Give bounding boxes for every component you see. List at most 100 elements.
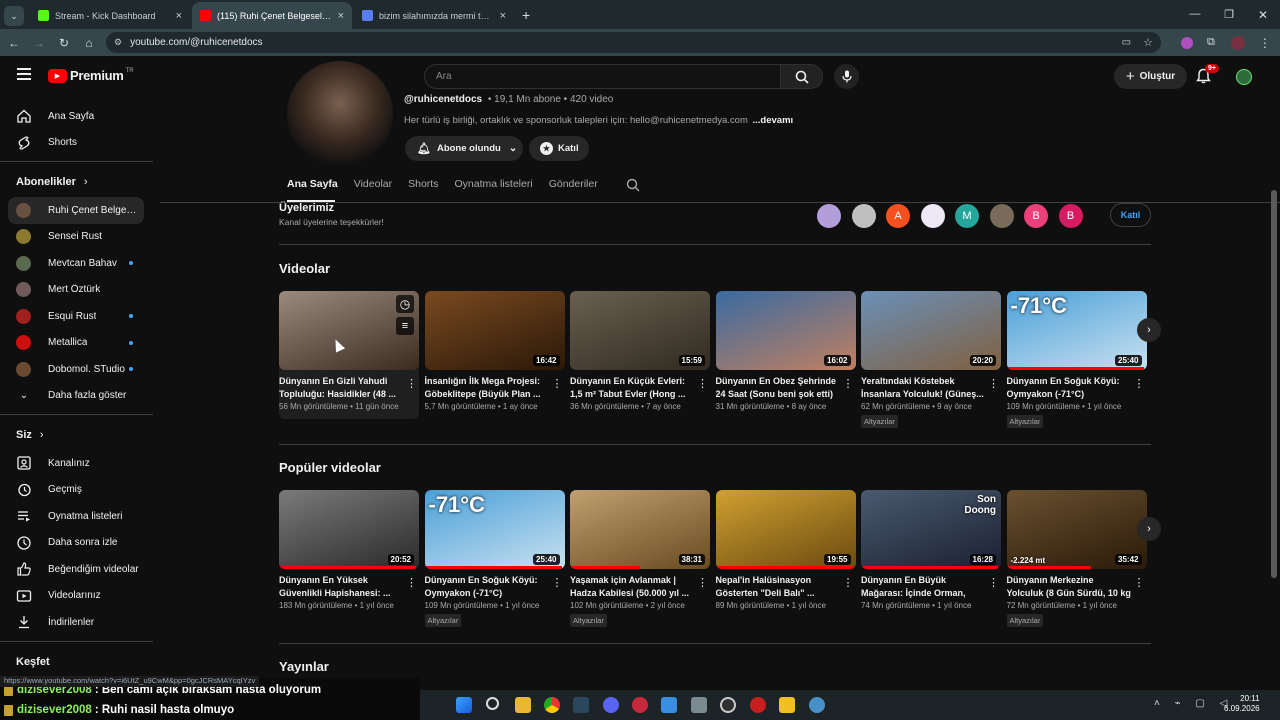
- member-avatar[interactable]: M: [955, 204, 979, 228]
- sidebar-item-be-endi-im-videolar[interactable]: Beğendiğim videolar: [0, 556, 153, 583]
- back-arrow-icon[interactable]: ←: [3, 32, 25, 54]
- video-card[interactable]: 16:42 İnsanlığın İlk Mega Projesi: Göbekl…: [424, 291, 565, 411]
- sidebar-item-videolar-n-z[interactable]: Videolarınız: [0, 583, 153, 610]
- channel-search-icon[interactable]: [626, 178, 640, 197]
- video-card[interactable]: Son Doong 16:28 Dünyanın En Büyük Mağarası…: [861, 490, 1001, 610]
- video-card[interactable]: -2.224 mt 35:42 Dünyanın Merkezine Yolculu…: [1006, 490, 1147, 628]
- calculator-icon[interactable]: [691, 697, 707, 713]
- subscription-item[interactable]: Esqui Rust: [0, 303, 153, 330]
- add-to-queue-icon[interactable]: ≡: [396, 317, 414, 335]
- chrome-icon[interactable]: [544, 697, 560, 713]
- join-button[interactable]: ★ Katıl: [529, 136, 589, 161]
- voice-search-button[interactable]: [834, 64, 859, 89]
- subscription-item[interactable]: Dobomol. STudio: [0, 356, 153, 383]
- page-scrollbar[interactable]: [1271, 190, 1277, 578]
- video-thumbnail[interactable]: 20:20: [861, 291, 1001, 370]
- video-title[interactable]: Dünyanın En Gizli Yahudi Topluluğu: Hasi…: [279, 375, 419, 400]
- video-card[interactable]: 19:55 Nepal'in Halüsinasyon Gösterten "De…: [715, 490, 856, 610]
- video-title[interactable]: Yaşamak için Avlanmak | Hadza Kabilesi (…: [570, 574, 710, 599]
- notepad-icon[interactable]: [661, 697, 677, 713]
- browser-tab[interactable]: bizim silahımızda mermi ters dönüyor ×: [354, 2, 514, 29]
- video-card[interactable]: 20:20 Yeraltındaki Köstebek İnsanlara Yol…: [861, 291, 1001, 429]
- video-title[interactable]: Nepal'in Halüsinasyon Gösterten "Deli Ba…: [716, 574, 856, 599]
- video-card[interactable]: 16:02 Dünyanın En Obez Şehrinde 24 Saat (…: [715, 291, 856, 411]
- video-title[interactable]: Yeraltındaki Köstebek İnsanlara Yolculuk…: [861, 375, 1001, 400]
- channel-tab[interactable]: Ana Sayfa: [287, 178, 338, 190]
- video-card[interactable]: -71°C 25:40 Dünyanın En Soğuk Köyü: Oymyak…: [424, 490, 565, 628]
- youtube-logo[interactable]: ▶ Premium TR: [48, 68, 134, 83]
- video-thumbnail[interactable]: ◷ ≡: [279, 291, 419, 370]
- video-menu-icon[interactable]: ⋮: [697, 576, 708, 589]
- channel-tab[interactable]: Gönderiler: [549, 178, 598, 190]
- reload-icon[interactable]: ↻: [53, 32, 75, 54]
- url-omnibox[interactable]: ⚙ youtube.com/@ruhicenetdocs ▭ ☆: [106, 32, 1161, 53]
- member-avatar[interactable]: [817, 204, 841, 228]
- videos-section-title[interactable]: Videolar: [279, 261, 330, 276]
- cast-icon[interactable]: ▭: [1122, 37, 1131, 48]
- file-explorer-icon[interactable]: [515, 697, 531, 713]
- video-thumbnail[interactable]: 38:31: [570, 490, 710, 569]
- browser-tab[interactable]: (115) Ruhi Çenet Belgeselleri - YouTube ×: [192, 2, 352, 29]
- settings-gear-icon[interactable]: [809, 697, 825, 713]
- profile-avatar[interactable]: [1230, 35, 1245, 50]
- search-input[interactable]: Ara: [424, 64, 781, 89]
- members-join-button[interactable]: Katıl: [1110, 203, 1151, 227]
- new-tab-button[interactable]: +: [522, 7, 530, 23]
- minimize-icon[interactable]: —: [1178, 8, 1212, 22]
- video-thumbnail[interactable]: 16:42: [424, 291, 565, 370]
- subscription-item[interactable]: Sensei Rust: [0, 224, 153, 251]
- bookmark-star-icon[interactable]: ☆: [1143, 36, 1153, 49]
- start-windows-icon[interactable]: [456, 697, 472, 713]
- channel-tab[interactable]: Videolar: [354, 178, 392, 190]
- video-menu-icon[interactable]: ⋮: [552, 576, 563, 589]
- video-menu-icon[interactable]: ⋮: [843, 576, 854, 589]
- video-title[interactable]: Dünyanın En Büyük Mağarası: İçinde Orman…: [861, 574, 1001, 599]
- video-menu-icon[interactable]: ⋮: [406, 377, 417, 390]
- video-thumbnail[interactable]: 20:52: [279, 490, 419, 569]
- member-avatar[interactable]: [920, 204, 945, 228]
- sidebar-item-oynatma-listeleri[interactable]: Oynatma listeleri: [0, 503, 153, 530]
- create-button[interactable]: + Oluştur: [1114, 64, 1187, 89]
- video-card[interactable]: -71°C 25:40 Dünyanın En Soğuk Köyü: Oymyak…: [1006, 291, 1147, 429]
- sidebar-item-ana-sayfa[interactable]: Ana Sayfa: [0, 103, 153, 130]
- sidebar-item-daha-sonra-izle[interactable]: Daha sonra izle: [0, 530, 153, 557]
- channel-avatar[interactable]: [287, 61, 393, 167]
- discord-icon[interactable]: [603, 697, 619, 713]
- extensions-puzzle-icon[interactable]: ⧉: [1207, 36, 1215, 49]
- account-avatar[interactable]: [1236, 69, 1252, 85]
- watch-later-icon[interactable]: ◷: [396, 295, 414, 313]
- video-title[interactable]: Dünyanın En Soğuk Köyü: Oymyakon (-71°C): [425, 574, 565, 599]
- subscriptions-header[interactable]: Abonelikler ›: [0, 167, 153, 197]
- videos-next-button[interactable]: ›: [1137, 318, 1161, 342]
- forward-arrow-icon[interactable]: →: [28, 32, 50, 54]
- video-menu-icon[interactable]: ⋮: [1134, 377, 1145, 390]
- app-red-icon[interactable]: [632, 697, 648, 713]
- member-avatar[interactable]: B: [1024, 204, 1048, 228]
- video-card[interactable]: ◷ ≡ Dünyanın En Gizli Yahudi Topluluğu: Ha…: [279, 291, 419, 419]
- subscribed-button[interactable]: 🔔︎ Abone olundu ⌄: [405, 136, 523, 161]
- close-window-icon[interactable]: ✕: [1246, 8, 1280, 22]
- video-menu-icon[interactable]: ⋮: [552, 377, 563, 390]
- app-red2-icon[interactable]: [750, 697, 766, 713]
- popular-section-title[interactable]: Popüler videolar: [279, 460, 381, 475]
- extension-badge-icon[interactable]: [1181, 36, 1193, 49]
- posts-section-title[interactable]: Yayınlar: [279, 659, 329, 674]
- sidebar-item-shorts[interactable]: Shorts: [0, 130, 153, 157]
- video-menu-icon[interactable]: ⋮: [406, 576, 417, 589]
- you-header[interactable]: Siz ›: [0, 420, 153, 450]
- browser-tab[interactable]: Stream - Kick Dashboard ×: [30, 2, 190, 29]
- search-button[interactable]: [781, 64, 823, 89]
- video-card[interactable]: 20:52 Dünyanın En Yüksek Güvenlikli Hapis…: [279, 490, 419, 610]
- subscription-item[interactable]: Mert Öztürk: [0, 277, 153, 304]
- member-avatar[interactable]: [989, 204, 1014, 228]
- subscription-item[interactable]: Mevtcan Bahav: [0, 250, 153, 277]
- video-title[interactable]: Dünyanın En Küçük Evleri: 1,5 m² Tabut E…: [570, 375, 710, 400]
- tab-close-icon[interactable]: ×: [176, 10, 182, 22]
- member-avatar[interactable]: A: [886, 204, 910, 228]
- hamburger-menu-icon[interactable]: [17, 68, 31, 80]
- member-avatar[interactable]: B: [1058, 204, 1083, 228]
- sidebar-item-i-ndirilenler[interactable]: İndirilenler: [0, 609, 153, 636]
- site-info-icon[interactable]: ⚙: [114, 37, 122, 48]
- video-thumbnail[interactable]: Son Doong 16:28: [861, 490, 1001, 569]
- subscription-item[interactable]: Metallica: [0, 330, 153, 357]
